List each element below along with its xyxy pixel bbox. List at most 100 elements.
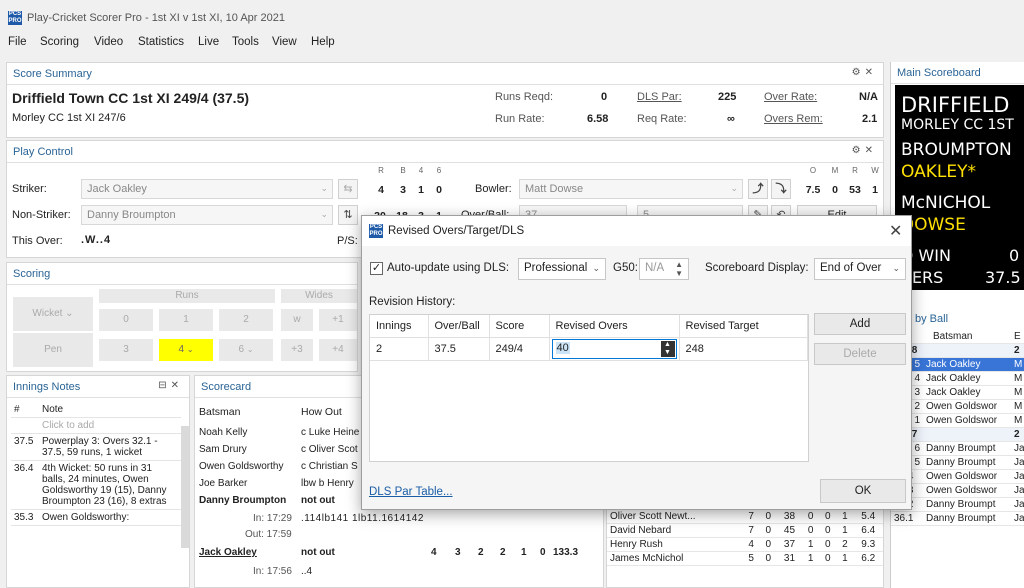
menu-file[interactable]: File [8, 36, 27, 48]
batsman-zero: 0 [540, 547, 546, 558]
table-row[interactable]: James McNichol 5 0 31 1 0 1 6.2 [607, 551, 883, 566]
batsman-out-time: Out: 17:59 [245, 529, 292, 540]
swap-batsmen-icon[interactable]: ⇅ [338, 205, 358, 225]
run-2-button[interactable]: 2 [219, 309, 273, 331]
run-6-button[interactable]: 6 ⌄ [219, 339, 273, 361]
run-rate-value: 6.58 [587, 113, 609, 125]
note-text: 4th Wicket: 50 runs in 31 balls, 24 minu… [39, 460, 181, 510]
run-rate-label: Run Rate: [495, 113, 545, 125]
cell: 45 [776, 523, 803, 538]
non-striker-label: Non-Striker: [12, 209, 71, 221]
spinner-icon[interactable]: ▲ ▼ [660, 340, 675, 357]
notes-scrollbar[interactable] [181, 426, 189, 548]
pin-close-icons[interactable]: ⊟✕ [158, 380, 183, 391]
cell: 1 [836, 523, 854, 538]
chevron-down-icon: ⌄ [186, 345, 194, 354]
menu-scoring[interactable]: Scoring [40, 36, 79, 48]
wide-button[interactable]: w [281, 309, 313, 331]
revised-overs-input[interactable]: 40 ▲ ▼ [551, 338, 677, 359]
run-3-button[interactable]: 3 [99, 339, 153, 361]
wicket-button[interactable]: Wicket ⌄ [13, 297, 93, 331]
runs-group-label: Runs [99, 289, 275, 303]
scoreboard-bowler: McNICHOL [901, 193, 991, 213]
note-row[interactable]: 36.4 4th Wicket: 50 runs in 31 balls, 24 … [11, 460, 181, 510]
run-4-button[interactable]: 4 ⌄ [159, 339, 213, 361]
menu-tools[interactable]: Tools [232, 36, 259, 48]
panel-settings-close-icons[interactable]: ⚙✕ [852, 145, 877, 156]
cell-innings: 2 [370, 337, 429, 361]
run-1-button[interactable]: 1 [159, 309, 213, 331]
menu-video[interactable]: Video [94, 36, 123, 48]
note-row[interactable]: 37.5 Powerplay 3: Overs 32.1 - 37.5, 59 r… [11, 433, 181, 461]
score-summary-header: Score Summary ⚙✕ [7, 63, 883, 85]
req-rate-value: ∞ [727, 113, 735, 125]
striker-select[interactable]: Jack Oakley ⌄ [81, 179, 333, 199]
bb-batsman: Jack Oakley [923, 371, 1011, 386]
penalty-button[interactable]: Pen [13, 333, 93, 367]
table-row[interactable]: David Nebard 7 0 45 0 0 1 6.4 [607, 523, 883, 538]
cell: 6.2 [853, 551, 883, 566]
scoreboard-display-select[interactable]: End of Over ⌄ [814, 258, 906, 280]
bowler-select[interactable]: Matt Dowse ⌄ [519, 179, 743, 199]
delete-button[interactable]: Delete [814, 343, 906, 365]
table-row[interactable]: Henry Rush 4 0 37 1 0 2 9.3 [607, 537, 883, 552]
panel-settings-close-icons[interactable]: ⚙✕ [852, 67, 877, 78]
table-row[interactable]: 36.1 Danny Broumpt Ja [891, 511, 1024, 526]
swap-striker-icon[interactable]: ⇆ [338, 179, 358, 199]
overs-rem-value: 2.1 [862, 113, 878, 125]
wides-group-label: Wides [281, 289, 357, 303]
title-bar: PCS PRO Play-Cricket Scorer Pro - 1st XI… [0, 0, 1024, 30]
change-bowler-icon[interactable]: ⤴ [748, 179, 768, 199]
wide-plus1-button[interactable]: +1 [319, 309, 357, 331]
bowler-name: Oliver Scott Newt... [607, 510, 743, 524]
batsman-name: Sam Drury [199, 444, 247, 455]
close-icon[interactable]: ✕ [889, 221, 902, 241]
overs-rem-link[interactable]: Overs Rem: [764, 113, 823, 125]
bb-batsman: Owen Goldswor [923, 413, 1011, 428]
table-row[interactable]: 2 37.5 249/4 40 ▲ ▼ 248 [370, 337, 808, 361]
menu-live[interactable]: Live [198, 36, 219, 48]
run-6-label: 6 [238, 344, 245, 355]
bowler-value: Matt Dowse [525, 183, 584, 195]
g50-label: G50: [613, 262, 638, 274]
cell: 0 [759, 551, 777, 566]
wide-plus3-button[interactable]: +3 [281, 339, 313, 361]
notes-col-num: # [11, 402, 39, 418]
stepper-icon: ▲ ▼ [675, 260, 683, 278]
scoreboard-display: DRIFFIELD MORLEY CC 1ST BROUMPTON OAKLEY… [895, 85, 1024, 290]
table-row[interactable]: Oliver Scott Newt... 7 0 38 0 0 1 5.4 [607, 510, 883, 524]
batsman-name: Joe Barker [199, 478, 248, 489]
cell: 0 [802, 510, 820, 524]
scoreboard-team: DRIFFIELD [901, 93, 1010, 117]
notes-add-field[interactable]: Click to add [39, 417, 181, 434]
how-out: not out [301, 547, 335, 558]
swap-bowler-icon[interactable]: ⤵ [771, 179, 791, 199]
batting-team-score: Driffield Town CC 1st XI 249/4 (37.5) [12, 90, 250, 106]
score-summary-panel: Score Summary ⚙✕ Driffield Town CC 1st X… [6, 62, 884, 138]
add-button[interactable]: Add [814, 313, 906, 335]
menu-help[interactable]: Help [311, 36, 335, 48]
dls-par-link[interactable]: DLS Par: [637, 91, 682, 103]
ok-button[interactable]: OK [820, 479, 906, 503]
g50-stepper[interactable]: N/A ▲ ▼ [639, 258, 689, 280]
menu-statistics[interactable]: Statistics [138, 36, 184, 48]
note-row[interactable]: 35.3 Owen Goldsworthy: [11, 509, 181, 526]
bowler-overs: 7.5 [805, 184, 821, 196]
dls-mode-select[interactable]: Professional ⌄ [518, 258, 606, 280]
non-striker-select[interactable]: Danny Broumpton ⌄ [81, 205, 333, 225]
auto-update-checkbox[interactable]: ✓ [370, 262, 383, 275]
bowler-label: Bowler: [475, 183, 512, 195]
cell-revised-overs[interactable]: 40 ▲ ▼ [549, 337, 680, 361]
batsman-sixes: 1 [521, 547, 527, 558]
bowler-name: David Nebard [607, 523, 743, 538]
run-0-button[interactable]: 0 [99, 309, 153, 331]
cell: 31 [776, 551, 803, 566]
wide-plus4-button[interactable]: +4 [319, 339, 357, 361]
over-rate-link[interactable]: Over Rate: [764, 91, 817, 103]
col-over-ball: Over/Ball [428, 315, 490, 338]
menu-view[interactable]: View [272, 36, 297, 48]
scorecard-col-batsman: Batsman [199, 406, 241, 418]
this-over-value: .W..4 [81, 234, 112, 246]
dls-par-table-link[interactable]: DLS Par Table... [369, 486, 453, 498]
innings-notes-header: Innings Notes ⊟✕ [7, 376, 189, 398]
